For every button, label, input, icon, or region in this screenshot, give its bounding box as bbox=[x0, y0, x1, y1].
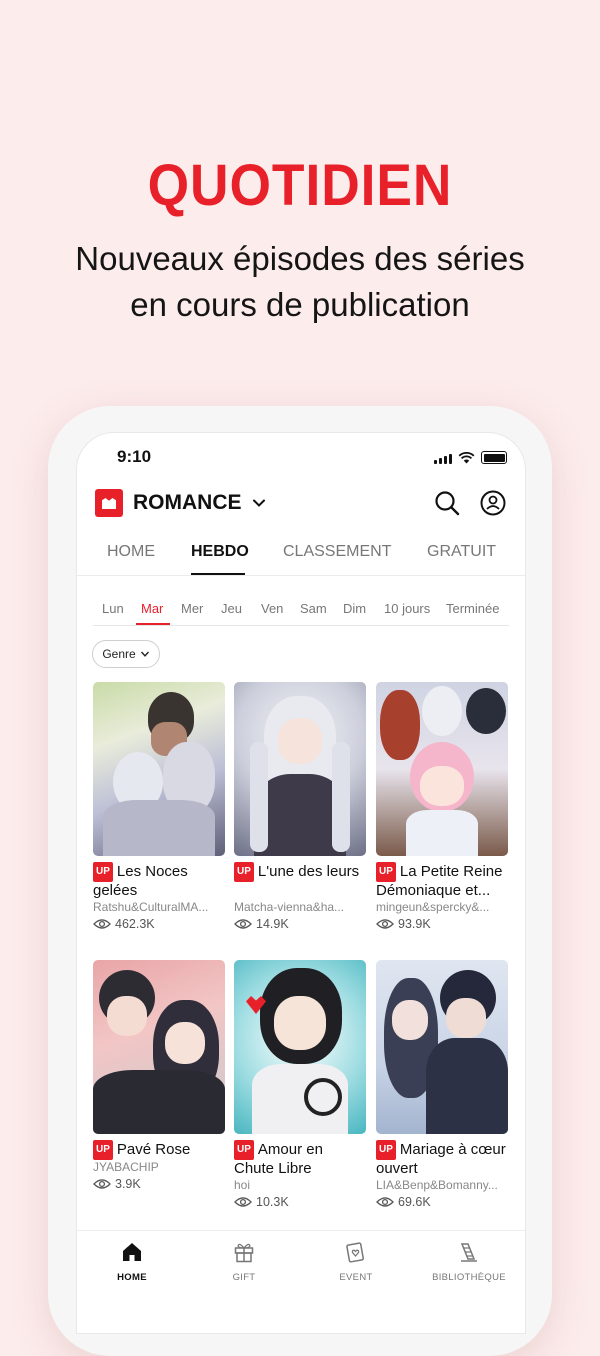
view-count: 69.6K bbox=[398, 1195, 431, 1209]
genre-filter-button[interactable]: Genre bbox=[92, 640, 160, 668]
series-cover-image[interactable] bbox=[376, 682, 508, 856]
up-badge: UP bbox=[376, 1140, 396, 1160]
series-author: Matcha-vienna&ha... bbox=[234, 900, 345, 914]
bottom-nav: HOME GIFT EVENT BIBLIOTHÈQUE bbox=[77, 1230, 525, 1301]
library-icon bbox=[460, 1243, 477, 1262]
series-card[interactable]: UP Les Noces gelées Ratshu&CulturalMA... … bbox=[93, 682, 225, 931]
series-author: JYABACHIP bbox=[93, 1160, 159, 1174]
battery-icon bbox=[481, 451, 507, 464]
nav-event-label: EVENT bbox=[339, 1272, 373, 1283]
series-title: Pavé Rose bbox=[116, 1141, 191, 1158]
series-author: LIA&Benp&Bomanny... bbox=[376, 1178, 498, 1192]
promo-subline-1: Nouveaux épisodes des séries bbox=[75, 240, 525, 277]
promo-headline: QUOTIDIEN bbox=[147, 153, 453, 218]
eye-icon bbox=[376, 1197, 394, 1207]
nav-event[interactable]: EVENT bbox=[306, 1241, 406, 1283]
series-title: L'une des leurs bbox=[257, 863, 360, 880]
nav-gift[interactable]: GIFT bbox=[194, 1241, 294, 1283]
day-terminee[interactable]: Terminée bbox=[446, 601, 499, 616]
nav-library[interactable]: BIBLIOTHÈQUE bbox=[419, 1241, 519, 1283]
status-bar: 9:10 bbox=[77, 433, 525, 483]
event-icon bbox=[346, 1242, 364, 1263]
series-card[interactable]: UP Pavé Rose JYABACHIP 3.9K bbox=[93, 960, 225, 1191]
phone-screen: 9:10 ROMANCE HOME HEBDO CLASSEMENT GRATU… bbox=[76, 432, 526, 1334]
day-mar[interactable]: Mar bbox=[141, 601, 163, 616]
series-card[interactable]: UP Amour en Chute Libre hoi 10.3K bbox=[234, 960, 366, 1209]
tab-hebdo[interactable]: HEBDO bbox=[191, 543, 249, 561]
eye-icon bbox=[93, 919, 111, 929]
signal-icon bbox=[434, 454, 452, 464]
active-day-indicator bbox=[136, 623, 170, 625]
nav-library-label: BIBLIOTHÈQUE bbox=[432, 1272, 506, 1283]
home-icon bbox=[123, 1243, 141, 1261]
active-tab-indicator bbox=[191, 573, 245, 575]
eye-icon bbox=[93, 1179, 111, 1189]
tab-classement[interactable]: CLASSEMENT bbox=[283, 543, 391, 561]
view-count: 3.9K bbox=[115, 1177, 141, 1191]
view-count: 14.9K bbox=[256, 917, 289, 931]
nav-gift-label: GIFT bbox=[232, 1272, 256, 1283]
series-cover-image[interactable] bbox=[376, 960, 508, 1134]
day-ven[interactable]: Ven bbox=[261, 601, 283, 616]
series-cover-image[interactable] bbox=[234, 682, 366, 856]
day-filter: Lun Mar Mer Jeu Ven Sam Dim 10 jours Ter… bbox=[93, 589, 509, 626]
series-cover-image[interactable] bbox=[234, 960, 366, 1134]
tab-home[interactable]: HOME bbox=[107, 543, 155, 561]
profile-icon[interactable] bbox=[479, 489, 507, 517]
series-cover-image[interactable] bbox=[93, 682, 225, 856]
app-bar: ROMANCE bbox=[77, 485, 525, 525]
day-dim[interactable]: Dim bbox=[343, 601, 366, 616]
eye-icon bbox=[376, 919, 394, 929]
promo-subline-2: en cours de publication bbox=[130, 286, 470, 323]
chevron-down-icon[interactable] bbox=[251, 495, 267, 511]
day-sam[interactable]: Sam bbox=[300, 601, 327, 616]
gift-icon bbox=[234, 1243, 254, 1263]
day-10-jours[interactable]: 10 jours bbox=[384, 601, 430, 616]
up-badge: UP bbox=[93, 1140, 113, 1160]
up-badge: UP bbox=[234, 1140, 254, 1160]
view-count: 462.3K bbox=[115, 917, 155, 931]
view-count: 10.3K bbox=[256, 1195, 289, 1209]
series-cover-image[interactable] bbox=[93, 960, 225, 1134]
up-badge: UP bbox=[376, 862, 396, 882]
day-jeu[interactable]: Jeu bbox=[221, 601, 242, 616]
app-logo-icon[interactable] bbox=[95, 489, 123, 517]
status-time: 9:10 bbox=[117, 447, 152, 466]
up-badge: UP bbox=[234, 862, 254, 882]
nav-home-label: HOME bbox=[117, 1272, 147, 1283]
nav-home[interactable]: HOME bbox=[82, 1241, 182, 1283]
tab-gratuit[interactable]: GRATUIT bbox=[427, 543, 496, 561]
eye-icon bbox=[234, 919, 252, 929]
series-author: Ratshu&CulturalMA... bbox=[93, 900, 209, 914]
up-badge: UP bbox=[93, 862, 113, 882]
search-icon[interactable] bbox=[433, 489, 461, 517]
wifi-icon bbox=[458, 452, 475, 464]
genre-filter-label: Genre bbox=[102, 647, 136, 661]
chevron-down-icon bbox=[140, 651, 149, 657]
series-card[interactable]: UP L'une des leurs Matcha-vienna&ha... 14… bbox=[234, 682, 366, 931]
main-tabs: HOME HEBDO CLASSEMENT GRATUIT bbox=[77, 531, 525, 576]
day-lun[interactable]: Lun bbox=[102, 601, 124, 616]
day-mer[interactable]: Mer bbox=[181, 601, 203, 616]
series-author: mingeun&spercky&... bbox=[376, 900, 490, 914]
view-count: 93.9K bbox=[398, 917, 431, 931]
series-card[interactable]: UP La Petite Reine Démoniaque et... minge… bbox=[376, 682, 508, 931]
series-author: hoi bbox=[234, 1178, 251, 1192]
series-card[interactable]: UP Mariage à cœur ouvert LIA&Benp&Bomanny… bbox=[376, 960, 508, 1209]
genre-title[interactable]: ROMANCE bbox=[133, 491, 242, 515]
eye-icon bbox=[234, 1197, 252, 1207]
